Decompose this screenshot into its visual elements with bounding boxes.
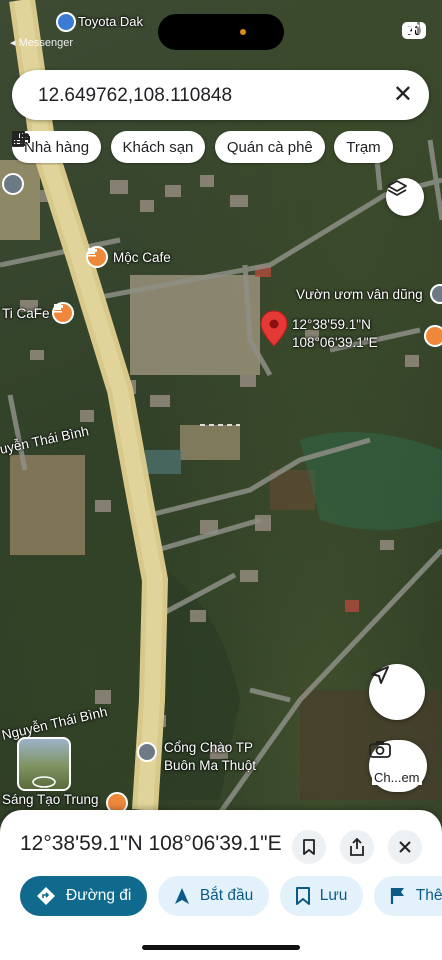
- more-button[interactable]: Thêm: [373, 876, 442, 916]
- layers-button[interactable]: [386, 178, 424, 216]
- directions-label: Đường đi: [66, 887, 132, 904]
- pin-longitude-label: 108°06'39.1"E: [292, 335, 378, 350]
- wifi-icon: [401, 22, 420, 35]
- more-label: Thêm: [415, 887, 442, 904]
- place-label-cong-chao-city[interactable]: Buôn Ma Thuột: [164, 758, 256, 773]
- flag-icon: [390, 888, 404, 904]
- action-buttons: Đường đi Bắt đầu Lưu Thêm: [20, 876, 442, 918]
- start-label: Bắt đầu: [199, 887, 254, 904]
- fuel-pump-icon: [12, 131, 25, 147]
- stream-area: [300, 432, 442, 530]
- chip-label: Khách sạn: [122, 138, 194, 156]
- close-icon: [399, 841, 411, 853]
- rotate-360-icon: [32, 776, 56, 788]
- share-button[interactable]: [340, 830, 374, 864]
- place-label-moc-cafe[interactable]: Mộc Cafe: [113, 250, 171, 265]
- place-label-toyota[interactable]: Toyota Dak: [78, 14, 143, 29]
- cleared-lot: [180, 425, 240, 460]
- save-button[interactable]: Lưu: [279, 876, 364, 916]
- chip-label: Nhà hàng: [24, 138, 90, 156]
- back-to-messenger-link[interactable]: ◂ Messenger: [10, 36, 73, 49]
- status-icons: 90: [401, 22, 426, 39]
- dynamic-island: [158, 14, 284, 50]
- chip-gas-station[interactable]: Trạm: [12, 131, 393, 163]
- cleared-lot: [0, 160, 40, 240]
- directions-button[interactable]: Đường đi: [20, 876, 148, 916]
- dropped-pin-icon[interactable]: [260, 310, 288, 348]
- privacy-indicator: [240, 29, 246, 35]
- camera-icon: [369, 741, 391, 758]
- start-navigation-button[interactable]: Bắt đầu: [157, 876, 270, 916]
- chip-coffee[interactable]: Quán cà phê: [12, 131, 325, 163]
- coffee-cup-icon: [88, 248, 97, 257]
- place-pin-icon[interactable]: [56, 12, 76, 32]
- location-arrow-icon: [371, 666, 389, 684]
- directions-icon: [37, 887, 55, 905]
- layers-icon: [387, 180, 407, 196]
- clear-search-button[interactable]: ✕: [393, 82, 413, 108]
- chip-hotels[interactable]: Khách sạn: [12, 131, 206, 163]
- share-icon: [350, 838, 364, 856]
- cafe-poi-icon[interactable]: [86, 246, 108, 268]
- category-chips: Nhà hàng Khách sạn Quán cà phê Trạm: [12, 131, 442, 165]
- landmark-poi-icon[interactable]: [137, 742, 157, 762]
- cafe-poi-icon[interactable]: [52, 302, 74, 324]
- place-label-vuon-uom[interactable]: Vườn ươm vân dũng: [296, 287, 423, 302]
- coordinates-title: 12°38'59.1"N 108°06'39.1"E: [20, 832, 282, 855]
- save-label: Lưu: [319, 887, 348, 904]
- my-location-button[interactable]: [369, 664, 425, 720]
- street-view-thumbnail[interactable]: [17, 737, 71, 791]
- place-poi-icon[interactable]: [2, 173, 24, 195]
- place-label-ti-cafe[interactable]: Ti CaFe: [2, 306, 50, 321]
- search-bar[interactable]: ✕: [12, 70, 429, 120]
- place-label-sang-tao[interactable]: Sáng Tạo Trung: [2, 792, 99, 807]
- bookmark-icon: [295, 887, 310, 905]
- pin-latitude-label: 12°38'59.1"N: [292, 317, 371, 332]
- camera-search-label: Ch...em: [372, 770, 422, 785]
- search-input[interactable]: [36, 80, 380, 112]
- home-indicator[interactable]: [142, 945, 300, 950]
- restaurant-poi-icon[interactable]: [424, 325, 442, 347]
- status-bar: 90 ◂ Messenger Toyota Dak: [0, 0, 442, 50]
- place-label-cong-chao[interactable]: Cổng Chào TP: [164, 740, 253, 755]
- close-sheet-button[interactable]: [388, 830, 422, 864]
- save-bookmark-button[interactable]: [292, 830, 326, 864]
- navigation-arrow-icon: [174, 888, 189, 904]
- place-bottom-sheet[interactable]: 12°38'59.1"N 108°06'39.1"E Đường đi Bắt …: [0, 810, 442, 960]
- chip-label: Trạm: [346, 138, 381, 156]
- coffee-cup-icon: [54, 304, 63, 313]
- bookmark-icon: [303, 839, 315, 855]
- chip-label: Quán cà phê: [226, 138, 313, 156]
- cleared-lot: [10, 455, 85, 555]
